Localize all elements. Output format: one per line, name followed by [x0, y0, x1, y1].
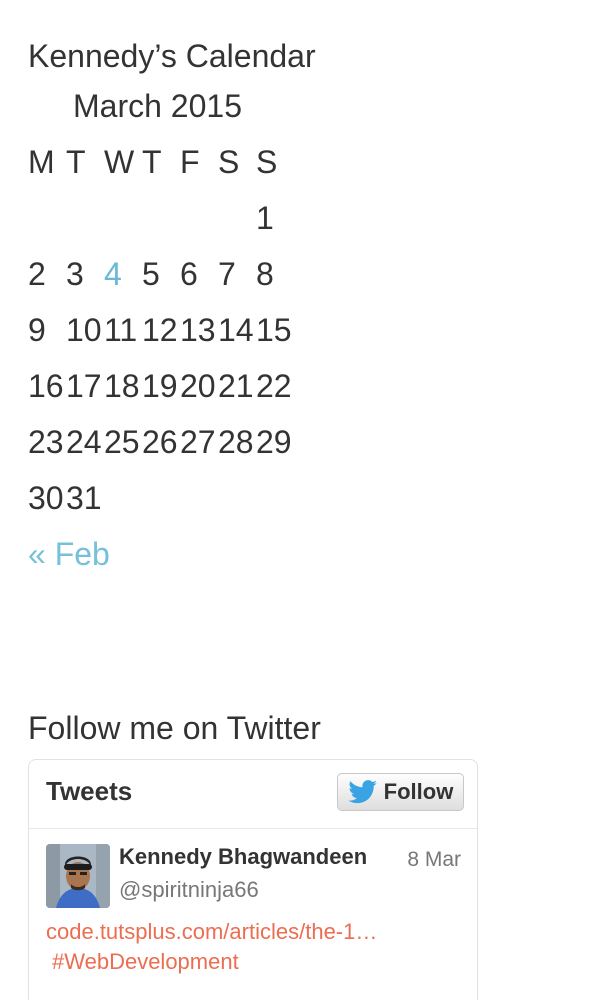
calendar-day	[28, 190, 66, 246]
calendar-week-row: 30 31	[28, 470, 294, 526]
avatar-image	[46, 844, 110, 908]
calendar-day	[256, 470, 294, 526]
twitter-timeline: Tweets Follow Kennedy Bhagwandeen 8 Mar …	[28, 759, 478, 1000]
calendar-day: 16	[28, 367, 64, 404]
calendar-day: 3	[66, 255, 84, 292]
calendar-day: 17	[66, 367, 102, 404]
calendar-day	[104, 470, 142, 526]
follow-button[interactable]: Follow	[337, 773, 464, 811]
twitter-widget-title: Follow me on Twitter	[28, 710, 321, 746]
calendar-day: 27	[180, 423, 216, 460]
calendar-caption: March 2015	[73, 88, 242, 124]
calendar-day: 29	[256, 423, 292, 460]
calendar-day: 13	[180, 311, 216, 348]
calendar-day: 18	[104, 367, 140, 404]
calendar-day	[142, 190, 180, 246]
weekday-header: S	[218, 143, 240, 180]
calendar-day	[142, 470, 180, 526]
calendar-day	[104, 190, 142, 246]
calendar-day: 31	[66, 479, 102, 516]
calendar-day: 5	[142, 255, 160, 292]
calendar-week-row: 23 24 25 26 27 28 29	[28, 414, 294, 470]
tweets-heading[interactable]: Tweets	[46, 776, 132, 807]
tweet-handle[interactable]: @spiritninja66	[119, 877, 259, 903]
calendar-title: Kennedy’s Calendar	[28, 38, 316, 74]
calendar-day: 21	[218, 367, 254, 404]
calendar-day: 1	[256, 199, 274, 236]
follow-label: Follow	[383, 779, 454, 804]
calendar-week-row: 1	[28, 190, 294, 246]
calendar-day	[218, 470, 256, 526]
calendar-week-row: 2 3 4 5 6 7 8	[28, 246, 294, 302]
calendar-day: 30	[28, 479, 64, 516]
calendar-day: 2	[28, 255, 46, 292]
calendar-day: 20	[180, 367, 216, 404]
avatar[interactable]	[46, 844, 110, 908]
weekday-header: S	[256, 143, 278, 180]
calendar-day: 12	[142, 311, 178, 348]
weekday-header: W	[104, 143, 135, 180]
calendar-day: 8	[256, 255, 274, 292]
calendar-day: 11	[104, 311, 138, 348]
twitter-bird-icon	[348, 780, 377, 804]
calendar-day: 15	[256, 311, 292, 348]
calendar-week-row: 9 10 11 12 13 14 15	[28, 302, 294, 358]
weekday-header: F	[180, 143, 200, 180]
calendar-day: 9	[28, 311, 46, 348]
tweet-link[interactable]: code.tutsplus.com/articles/the-1…	[46, 919, 377, 945]
calendar-day: 7	[218, 255, 236, 292]
calendar-day: 23	[28, 423, 64, 460]
weekday-row: M T W T F S S	[28, 134, 294, 190]
calendar-day: 22	[256, 367, 292, 404]
tweet-date[interactable]: 8 Mar	[407, 848, 461, 872]
calendar-day: 24	[66, 423, 102, 460]
calendar-day	[180, 470, 218, 526]
calendar-widget: Kennedy’s Calendar March 2015 M T W T F …	[28, 34, 316, 582]
prev-month-link[interactable]: « Feb	[28, 526, 110, 582]
calendar-day: 28	[218, 423, 254, 460]
twitter-widget: Follow me on Twitter Tweets Follow Kenne…	[28, 705, 478, 1000]
calendar-day	[180, 190, 218, 246]
weekday-header: T	[66, 143, 86, 180]
calendar-day	[66, 190, 104, 246]
calendar-day: 14	[218, 311, 254, 348]
calendar-week-row: 16 17 18 19 20 21 22	[28, 358, 294, 414]
calendar-day: 10	[66, 311, 102, 348]
calendar-day: 6	[180, 255, 198, 292]
tweet-hashtag[interactable]: #WebDevelopment	[52, 949, 239, 975]
calendar-day: 19	[142, 367, 178, 404]
calendar-day	[218, 190, 256, 246]
calendar-day-today: 4	[104, 255, 122, 292]
calendar-day: 26	[142, 423, 178, 460]
weekday-header: M	[28, 143, 55, 180]
calendar-day: 25	[104, 423, 140, 460]
tweet-author[interactable]: Kennedy Bhagwandeen	[119, 844, 367, 870]
calendar-table: M T W T F S S 1 2 3 4 5 6 7 8 9 10 11 12…	[28, 134, 294, 526]
weekday-header: T	[142, 143, 162, 180]
tweet[interactable]: Kennedy Bhagwandeen 8 Mar @spiritninja66…	[29, 829, 477, 999]
timeline-header: Tweets Follow	[29, 760, 477, 829]
